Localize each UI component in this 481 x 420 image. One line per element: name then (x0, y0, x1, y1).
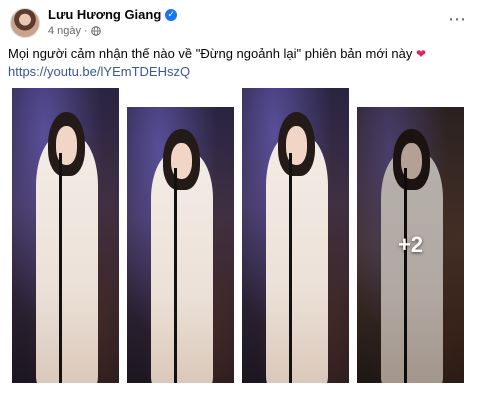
author-row: Lưu Hương Giang ✓ (48, 7, 178, 22)
gallery-photo-4[interactable]: +2 (357, 107, 464, 383)
post-header: Lưu Hương Giang ✓ 4 ngày · ⋯ (8, 6, 473, 40)
gallery-photo-3[interactable] (242, 88, 349, 383)
mic-stand (289, 152, 293, 383)
meta-separator: · (84, 25, 88, 37)
mic-stand (174, 167, 178, 383)
gallery-photo-2[interactable] (127, 107, 234, 383)
avatar[interactable] (10, 8, 40, 38)
more-options-button[interactable]: ⋯ (448, 9, 467, 30)
verified-badge-icon: ✓ (165, 8, 178, 21)
gallery-photo-1[interactable] (12, 88, 119, 383)
author-name[interactable]: Lưu Hương Giang (48, 7, 161, 22)
globe-icon (90, 26, 101, 36)
mic-stand (59, 152, 63, 383)
post-meta: 4 ngày · (48, 25, 101, 37)
post-timestamp[interactable]: 4 ngày (48, 25, 81, 37)
post-caption: Mọi người cảm nhận thế nào về "Đừng ngoả… (8, 45, 473, 81)
youtube-link[interactable]: https://youtu.be/lYEmTDEHszQ (8, 63, 473, 81)
more-photos-count[interactable]: +2 (357, 232, 464, 258)
caption-text: Mọi người cảm nhận thế nào về "Đừng ngoả… (8, 46, 413, 61)
heart-icon: ❤ (415, 47, 427, 61)
